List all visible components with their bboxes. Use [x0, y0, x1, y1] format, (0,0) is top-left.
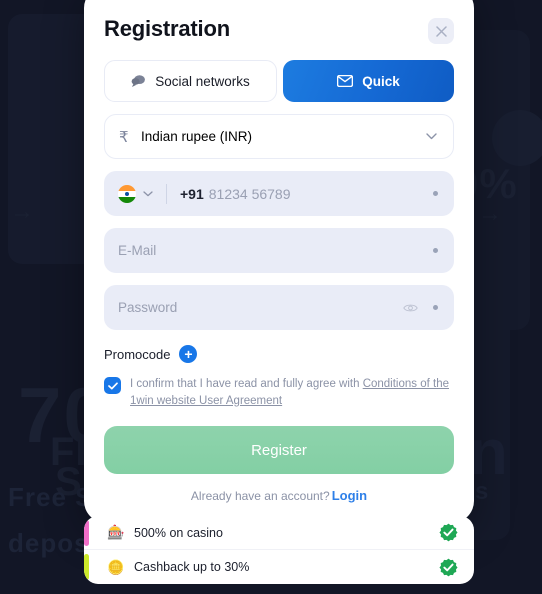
- chevron-down-icon: [426, 133, 437, 140]
- divider: [166, 183, 167, 204]
- registration-modal: Registration Social networks Quick ₹ Ind…: [84, 0, 474, 524]
- registration-method-tabs: Social networks Quick: [104, 60, 454, 102]
- coin-dollar-icon: 🪙: [107, 558, 125, 575]
- country-code: +91: [180, 185, 204, 202]
- phone-placeholder: 81234 56789: [208, 185, 291, 202]
- bonus-list: 🎰 500% on casino 🪙 Cashback up to 30%: [84, 516, 474, 584]
- tab-social-networks-label: Social networks: [155, 73, 250, 89]
- promocode-label: Promocode: [104, 346, 171, 362]
- agreement-prefix: I confirm that I have read and fully agr…: [130, 378, 363, 390]
- background-arrow-icon: →: [10, 198, 35, 225]
- password-field[interactable]: Password: [104, 285, 454, 330]
- chat-bubble-icon: [131, 75, 146, 87]
- password-placeholder: Password: [118, 300, 178, 315]
- register-button[interactable]: Register: [104, 426, 454, 475]
- eye-icon[interactable]: [403, 303, 418, 313]
- login-prompt-text: Already have an account?: [190, 489, 330, 504]
- agreement-checkbox[interactable]: [104, 377, 121, 394]
- row-accent-bar: [84, 520, 89, 546]
- tab-social-networks[interactable]: Social networks: [104, 60, 277, 102]
- required-dot-icon: [433, 248, 438, 253]
- required-dot-icon: [433, 305, 438, 310]
- india-flag-icon: [118, 184, 136, 203]
- plus-icon[interactable]: +: [179, 345, 198, 363]
- agreement-row: I confirm that I have read and fully agr…: [104, 376, 454, 409]
- currency-select[interactable]: ₹ Indian rupee (INR): [104, 114, 454, 159]
- tab-quick-label: Quick: [362, 73, 400, 89]
- check-icon: [107, 381, 118, 389]
- bonus-label: Cashback up to 30%: [134, 560, 250, 574]
- required-dot-icon: [433, 191, 438, 196]
- modal-header: Registration: [104, 8, 454, 44]
- slot-machine-icon: 🎰: [107, 524, 125, 540]
- close-button[interactable]: [428, 18, 454, 44]
- bonus-label: 500% on casino: [134, 525, 223, 540]
- phone-input[interactable]: +91 81234 56789: [104, 171, 454, 216]
- agreement-text: I confirm that I have read and fully agr…: [130, 376, 454, 409]
- row-accent-bar: [84, 554, 89, 580]
- background-circle: [492, 110, 542, 166]
- list-item[interactable]: 🪙 Cashback up to 30%: [84, 550, 474, 584]
- page-title: Registration: [104, 16, 230, 41]
- verified-check-icon: [439, 523, 458, 542]
- chevron-down-icon[interactable]: [143, 190, 153, 197]
- close-icon: [435, 25, 447, 37]
- envelope-icon: [337, 75, 354, 87]
- login-link[interactable]: Login: [332, 488, 367, 503]
- promocode-row: Promocode +: [104, 345, 454, 363]
- verified-check-icon: [439, 558, 458, 576]
- email-placeholder: E-Mail: [118, 243, 157, 258]
- rupee-icon: ₹: [119, 128, 129, 146]
- tab-quick[interactable]: Quick: [283, 60, 454, 102]
- list-item[interactable]: 🎰 500% on casino: [84, 516, 474, 550]
- currency-select-value: Indian rupee (INR): [141, 129, 253, 144]
- email-field[interactable]: E-Mail: [104, 228, 454, 273]
- login-prompt-row: Already have an account? Login: [104, 488, 454, 505]
